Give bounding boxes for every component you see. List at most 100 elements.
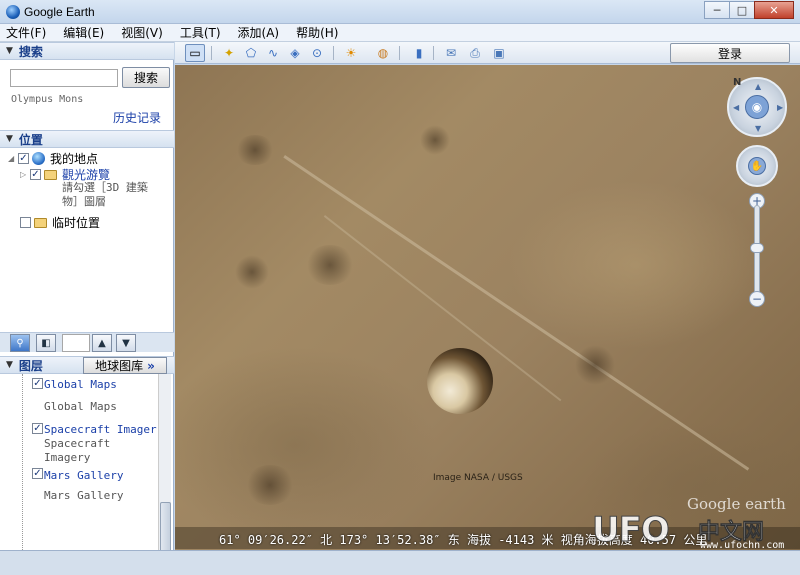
zoom-out-button[interactable]: − (749, 291, 765, 307)
layer-checkbox[interactable]: ✓ (32, 468, 43, 479)
login-button[interactable]: 登录 (670, 43, 790, 63)
view-in-maps-icon[interactable]: ▣ (489, 44, 509, 62)
earth-gallery-button[interactable]: 地球图库 » (83, 357, 167, 374)
arrow-right-icon[interactable]: ▶ (777, 103, 783, 112)
panel-toggle-icon[interactable]: ◧ (36, 334, 56, 352)
arrow-up-icon[interactable]: ▲ (755, 82, 761, 91)
record-tour-icon[interactable]: ⊙ (307, 44, 327, 62)
layer-list: ✓ Global Maps Global Maps ✓ Spacecraft I… (22, 374, 158, 574)
collapse-triangle-icon[interactable]: ▼ (6, 360, 13, 370)
layer-checkbox[interactable]: ✓ (32, 423, 43, 434)
imagery-credit: Image NASA / USGS (433, 473, 523, 483)
menu-add[interactable]: 添加(A) (238, 24, 280, 41)
look-navigation-ring[interactable]: N ▲ ▼ ◀ ▶ ◉ (727, 77, 787, 137)
print-icon[interactable]: ⎙ (465, 44, 485, 62)
search-places-icon[interactable]: ⚲ (10, 334, 30, 352)
arrow-down-icon[interactable]: ▼ (755, 124, 761, 133)
folder-icon (44, 169, 57, 180)
move-navigation-ring[interactable]: ✋ (736, 145, 778, 187)
recent-search-item[interactable]: Olympus Mons (11, 94, 83, 105)
tour-hint-line: 請勾選［3D 建築 (62, 181, 148, 194)
sidebar-toggle-icon[interactable]: ▭ (185, 44, 205, 62)
menu-tools[interactable]: 工具(T) (180, 24, 221, 41)
main-toolbar: ▭ ✦ ⬠ ∿ ◈ ⊙ ☀ ◍ ▮ ✉ ⎙ ▣ 登录 (175, 42, 800, 64)
terrain-streak (283, 155, 750, 471)
path-icon[interactable]: ∿ (263, 44, 283, 62)
map-view[interactable]: Image NASA / USGS Google earth N ▲ ▼ ◀ ▶… (175, 65, 800, 550)
arrow-left-icon[interactable]: ◀ (733, 103, 739, 112)
toolbar-separator (399, 46, 400, 60)
minimize-button[interactable]: ─ (704, 1, 730, 19)
collapse-icon[interactable]: ◢ (8, 154, 18, 163)
close-button[interactable]: ✕ (754, 1, 794, 19)
tree-item-my-places[interactable]: ◢ ✓ 我的地点 (8, 150, 98, 167)
planet-icon[interactable]: ◍ (373, 44, 393, 62)
watermark-brand: UFO (592, 510, 671, 551)
collapse-triangle-icon[interactable]: ▼ (6, 46, 13, 56)
search-panel-title: 搜索 (18, 44, 43, 59)
title-bar: Google Earth ─ □ ✕ (0, 0, 800, 24)
polygon-icon[interactable]: ⬠ (241, 44, 261, 62)
layer-title[interactable]: Global Maps (44, 378, 117, 391)
layer-checkbox[interactable]: ✓ (32, 378, 43, 389)
earth-gallery-label: 地球图库 (95, 359, 144, 373)
search-button[interactable]: 搜索 (122, 67, 170, 88)
crater (420, 125, 450, 155)
menu-file[interactable]: 文件(F) (6, 24, 46, 41)
eye-icon[interactable]: ◉ (745, 95, 769, 119)
move-up-icon[interactable]: ▲ (92, 334, 112, 352)
menu-help[interactable]: 帮助(H) (296, 24, 338, 41)
tour-checkbox[interactable]: ✓ (30, 169, 41, 180)
hand-icon[interactable]: ✋ (748, 157, 766, 175)
crater (245, 465, 295, 505)
toolbar-separator (333, 46, 334, 60)
crater (235, 255, 269, 289)
ruler-icon[interactable]: ▮ (409, 44, 429, 62)
toolbar-separator (433, 46, 434, 60)
crater (575, 345, 615, 385)
window-title: Google Earth (24, 5, 95, 19)
temporary-checkbox[interactable] (20, 217, 31, 228)
menu-bar: 文件(F) 编辑(E) 视图(V) 工具(T) 添加(A) 帮助(H) (0, 24, 800, 42)
layers-scrollbar[interactable] (158, 374, 171, 574)
search-input[interactable] (10, 69, 118, 87)
crater (305, 245, 355, 285)
north-indicator[interactable]: N (733, 77, 741, 88)
layer-description: Imagery (44, 451, 91, 464)
maximize-button[interactable]: □ (729, 1, 755, 19)
menu-view[interactable]: 视图(V) (121, 24, 163, 41)
overlay-icon[interactable]: ◈ (285, 44, 305, 62)
crater (235, 135, 275, 165)
folder-icon (34, 217, 47, 228)
my-places-checkbox[interactable]: ✓ (18, 153, 29, 164)
places-panel-title: 位置 (18, 132, 43, 147)
toolbar-separator (211, 46, 212, 60)
places-toolbar: ⚲ ◧ ▲ ▼ (0, 332, 174, 352)
temporary-label: 临时位置 (52, 216, 101, 230)
layer-description: Mars Gallery (44, 489, 124, 502)
tour-hint-line: 物］圖層 (62, 195, 106, 208)
history-link[interactable]: 历史记录 (113, 109, 161, 126)
menu-edit[interactable]: 编辑(E) (63, 24, 104, 41)
move-down-icon[interactable]: ▼ (116, 334, 136, 352)
collapse-triangle-icon[interactable]: ▼ (6, 134, 13, 144)
layer-title[interactable]: Spacecraft Imager (44, 423, 157, 436)
email-icon[interactable]: ✉ (441, 44, 461, 62)
tree-item-temporary[interactable]: 临时位置 (20, 214, 100, 231)
places-filter-input[interactable] (62, 334, 90, 352)
double-arrow-icon: » (147, 358, 155, 373)
layer-description: Spacecraft (44, 437, 111, 450)
zoom-slider-knob[interactable] (750, 243, 764, 253)
tour-hint: 請勾選［3D 建築 物］圖層 (62, 181, 148, 209)
expand-icon[interactable]: ▷ (20, 170, 30, 179)
layer-description: Global Maps (44, 400, 117, 413)
search-panel-header[interactable]: ▼ 搜索 (0, 42, 174, 60)
placemark-icon[interactable]: ✦ (219, 44, 239, 62)
watermark: UFO 中文网 www.ufochn.com (592, 510, 797, 552)
my-places-label: 我的地点 (50, 152, 99, 166)
places-panel-header[interactable]: ▼ 位置 (0, 130, 174, 148)
layers-panel-title: 图层 (18, 358, 43, 373)
layer-title[interactable]: Mars Gallery (44, 469, 123, 482)
sun-icon[interactable]: ☀ (341, 44, 361, 62)
sidebar: ▼ 搜索 搜索 Olympus Mons 历史记录 ▼ 位置 ◢ ✓ 我的地点 … (0, 42, 174, 575)
